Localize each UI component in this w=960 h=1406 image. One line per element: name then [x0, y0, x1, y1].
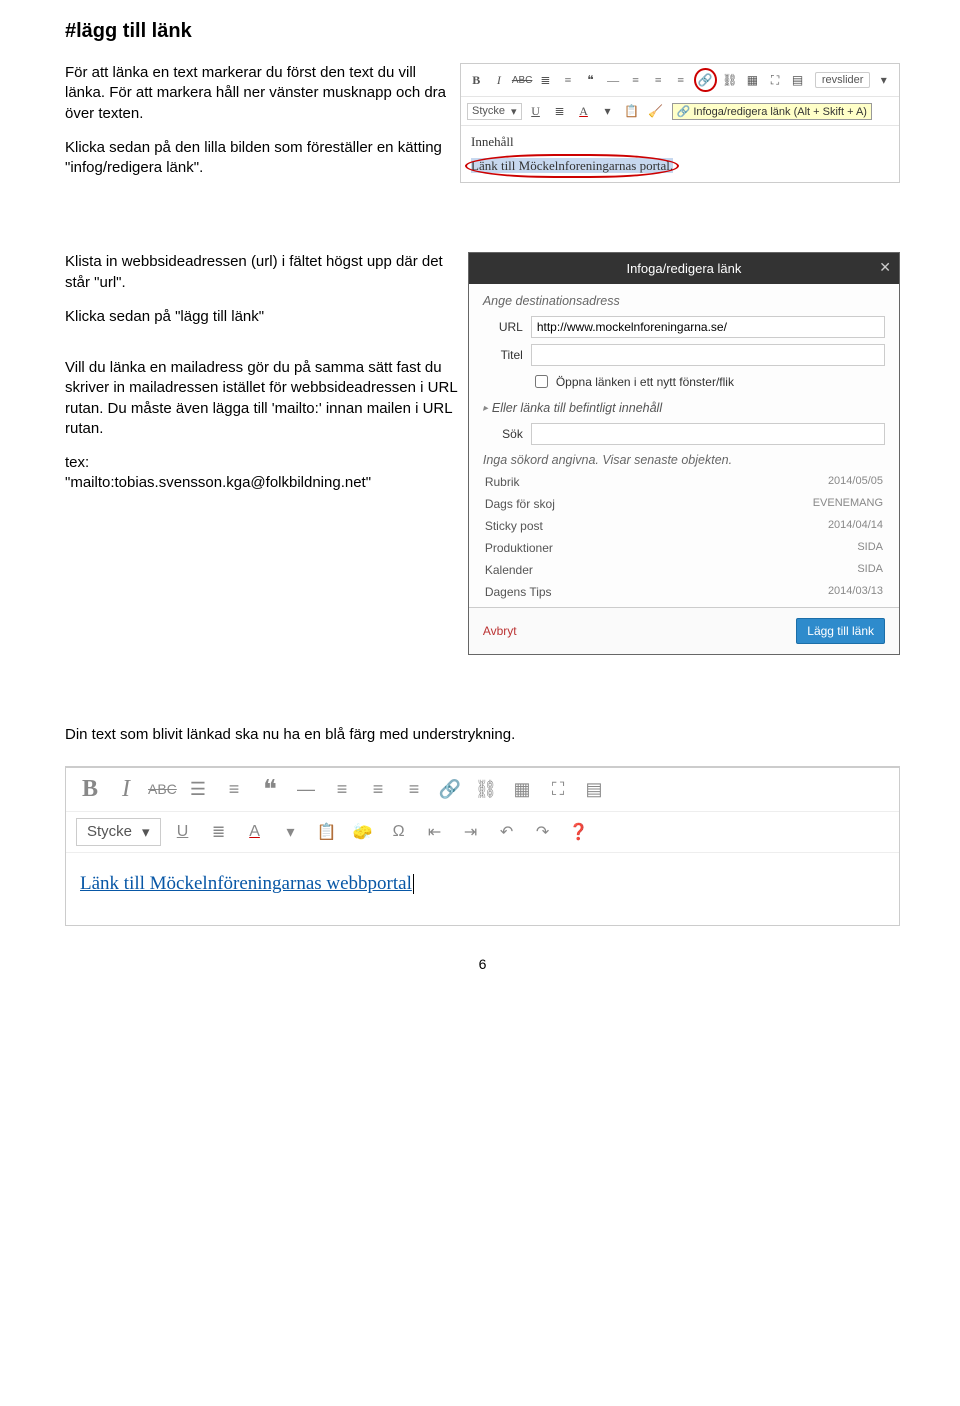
paragraph-4: Klicka sedan på "lägg till länk" [65, 307, 458, 327]
justify-icon[interactable]: ≣ [550, 101, 570, 121]
align-left-icon[interactable]: ≡ [328, 779, 356, 800]
kitchen-sink-icon[interactable]: ▤ [788, 70, 807, 90]
unlink-icon[interactable]: ⛓ [472, 779, 500, 800]
title-input[interactable] [531, 344, 885, 366]
textcolor-icon[interactable]: A [574, 101, 594, 121]
underline-icon[interactable]: U [526, 101, 546, 121]
link-icon[interactable]: 🔗 [436, 779, 464, 800]
dialog-title-bar: Infoga/redigera länk ✕ [469, 253, 899, 284]
color-chevron-icon[interactable]: ▾ [277, 822, 305, 842]
results-info: Inga sökord angivna. Visar senaste objek… [483, 453, 885, 467]
more-icon[interactable]: ▦ [508, 779, 536, 800]
strikethrough-icon[interactable]: ABC [148, 781, 176, 797]
existing-content-toggle[interactable]: ▸ Eller länka till befintligt innehåll [483, 401, 885, 415]
url-input[interactable] [531, 316, 885, 338]
editor-result-screenshot: B I ABC ☰ ≡ ❝ — ≡ ≡ ≡ 🔗 ⛓ ▦ ⛶ ▤ Stycke▾ … [65, 766, 900, 926]
quote-icon[interactable]: ❝ [581, 70, 600, 90]
add-link-button[interactable]: Lägg till länk [796, 618, 885, 644]
list-item[interactable]: Dagens Tips2014/03/13 [483, 581, 885, 603]
list-item[interactable]: ProduktionerSIDA [483, 537, 885, 559]
number-list-icon[interactable]: ≡ [220, 779, 248, 800]
redo-icon[interactable]: ↷ [529, 822, 557, 842]
quote-icon[interactable]: ❝ [256, 774, 284, 805]
undo-icon[interactable]: ↶ [493, 822, 521, 842]
url-label: URL [483, 320, 523, 334]
insert-link-dialog: Infoga/redigera länk ✕ Ange destinations… [468, 252, 900, 655]
revslider-button[interactable]: revslider [815, 72, 871, 88]
format-select[interactable]: Stycke▾ [76, 818, 161, 846]
justify-icon[interactable]: ≣ [205, 822, 233, 842]
indent-icon[interactable]: ⇥ [457, 822, 485, 842]
editor-toolbar-screenshot: B I ABC ≣ ≡ ❝ — ≡ ≡ ≡ 🔗 ⛓ ▦ ⛶ ▤ revslide… [460, 63, 900, 183]
result-paragraph: Din text som blivit länkad ska nu ha en … [65, 725, 900, 745]
color-chevron-icon[interactable]: ▾ [598, 101, 618, 121]
bullet-list-icon[interactable]: ≣ [536, 70, 555, 90]
close-icon[interactable]: ✕ [879, 259, 891, 276]
unlink-icon[interactable]: ⛓ [721, 70, 740, 90]
fullscreen-icon[interactable]: ⛶ [544, 779, 572, 800]
bold-icon[interactable]: B [76, 776, 104, 803]
chevron-down-icon[interactable]: ▾ [874, 70, 893, 90]
align-left-icon[interactable]: ≡ [626, 70, 645, 90]
paste-text-icon[interactable]: 📋 [622, 101, 642, 121]
kitchen-sink-icon[interactable]: ▤ [580, 779, 608, 800]
page-title: #lägg till länk [65, 20, 900, 43]
link-tooltip: 🔗 Infoga/redigera länk (Alt + Skift + A) [672, 103, 872, 120]
clear-format-icon[interactable]: 🧽 [349, 822, 377, 842]
triangle-icon: ▸ [483, 403, 488, 414]
strikethrough-icon[interactable]: ABC [512, 70, 532, 90]
linked-text[interactable]: Länk till Möckelnföreningarnas webbporta… [80, 873, 412, 894]
textcolor-icon[interactable]: A [241, 823, 269, 841]
link-icon[interactable]: 🔗 [694, 68, 717, 92]
list-item[interactable]: KalenderSIDA [483, 559, 885, 581]
paragraph-2: Klicka sedan på den lilla bilden som för… [65, 138, 450, 179]
paragraph-6: tex:"mailto:tobias.svensson.kga@folkbild… [65, 453, 458, 494]
underline-icon[interactable]: U [169, 823, 197, 841]
page-number: 6 [65, 956, 900, 972]
italic-icon[interactable]: I [490, 70, 509, 90]
number-list-icon[interactable]: ≡ [559, 70, 578, 90]
list-item[interactable]: Sticky post2014/04/14 [483, 515, 885, 537]
align-right-icon[interactable]: ≡ [400, 779, 428, 800]
selected-link-text[interactable]: Länk till Möckelnforeningarnas portal. [471, 158, 673, 174]
title-label: Titel [483, 348, 523, 362]
list-item[interactable]: Dags för skojEVENEMANG [483, 493, 885, 515]
outdent-icon[interactable]: ⇤ [421, 822, 449, 842]
bullet-list-icon[interactable]: ☰ [184, 779, 212, 800]
paragraph-1: För att länka en text markerar du först … [65, 63, 450, 124]
cancel-button[interactable]: Avbryt [483, 624, 517, 638]
align-center-icon[interactable]: ≡ [364, 779, 392, 800]
hr-icon[interactable]: — [292, 779, 320, 800]
newtab-checkbox[interactable] [535, 375, 548, 388]
hr-icon[interactable]: — [604, 70, 623, 90]
results-list: Rubrik2014/05/05 Dags för skojEVENEMANG … [483, 471, 885, 603]
align-right-icon[interactable]: ≡ [672, 70, 691, 90]
paragraph-3: Klista in webbsideadressen (url) i fälte… [65, 252, 458, 293]
italic-icon[interactable]: I [112, 776, 140, 803]
help-icon[interactable]: ❓ [565, 822, 593, 842]
search-input[interactable] [531, 423, 885, 445]
text-cursor [413, 874, 414, 894]
format-select[interactable]: Stycke▾ [467, 103, 522, 120]
search-label: Sök [483, 427, 523, 441]
bold-icon[interactable]: B [467, 70, 486, 90]
fullscreen-icon[interactable]: ⛶ [766, 70, 785, 90]
more-icon[interactable]: ▦ [743, 70, 762, 90]
list-item[interactable]: Rubrik2014/05/05 [483, 471, 885, 493]
dialog-title: Infoga/redigera länk [626, 261, 741, 276]
special-char-icon[interactable]: Ω [385, 823, 413, 841]
newtab-label: Öppna länken i ett nytt fönster/flik [556, 375, 734, 389]
editor-heading: Innehåll [471, 134, 889, 150]
paste-text-icon[interactable]: 📋 [313, 822, 341, 842]
paragraph-5: Vill du länka en mailadress gör du på sa… [65, 358, 458, 439]
clear-format-icon[interactable]: 🧹 [646, 101, 666, 121]
align-center-icon[interactable]: ≡ [649, 70, 668, 90]
dialog-hint: Ange destinationsadress [483, 294, 885, 308]
